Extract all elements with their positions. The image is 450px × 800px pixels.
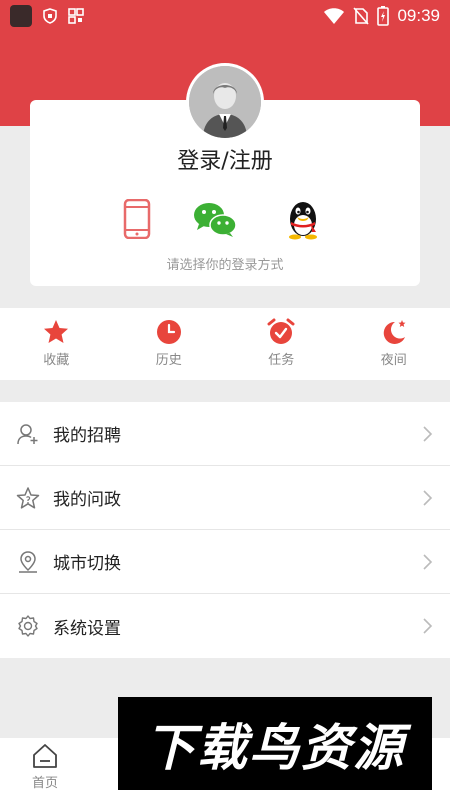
user-avatar-icon [189,66,261,138]
star-icon [44,320,69,343]
watermark-text: 下载鸟资源 [145,718,405,777]
star-question-icon [16,486,40,509]
location-icon [19,550,37,573]
menu-item-label: 系统设置 [53,618,121,639]
menu-item-label: 我的问政 [53,490,121,510]
home-icon [33,744,57,768]
user-add-icon [17,423,38,444]
battery-charging-icon [377,6,390,26]
favorites-label: 收藏 [43,353,70,368]
wifi-icon [324,8,345,24]
night-mode-label: 夜间 [380,353,407,368]
menu-item-city-switch[interactable]: 城市切换 [0,530,450,594]
login-hint: 请选择你的登录方式 [166,258,284,273]
phone-login-button[interactable] [115,197,159,241]
menu-list: 我的招聘 我的问政 城市切换 系统设置 [0,402,450,658]
avatar[interactable] [186,63,264,141]
no-sim-icon [353,7,370,25]
favorites-button[interactable]: 收藏 [0,308,113,380]
menu-item-label: 城市切换 [53,554,121,574]
grid-icon [68,8,84,24]
status-bar: 09:39 [0,0,450,32]
menu-item-inquiry[interactable]: 我的问政 [0,466,450,530]
menu-item-recruitment[interactable]: 我的招聘 [0,402,450,466]
tasks-label: 任务 [268,353,295,368]
chevron-right-icon [423,489,433,506]
chevron-right-icon [423,425,433,442]
settings-icon [18,615,38,637]
chevron-right-icon [423,618,433,634]
tasks-button[interactable]: 任务 [225,308,338,380]
moon-icon [383,320,406,344]
qq-login-button[interactable] [281,197,325,241]
qq-icon [289,202,317,240]
clock-time: 09:39 [397,6,440,25]
watermark-banner: 下载鸟资源 [118,697,432,790]
login-register-title[interactable]: 登录/注册 [0,143,450,175]
quick-actions-bar: 收藏 历史 任务 夜间 [0,308,450,380]
history-button[interactable]: 历史 [113,308,226,380]
alarm-check-icon [267,318,295,344]
tab-home[interactable]: 首页 [15,742,75,791]
clock-icon [156,320,181,344]
app-notification-icon [10,5,32,27]
menu-item-settings[interactable]: 系统设置 [0,594,450,658]
wechat-icon [194,203,237,237]
login-methods [0,197,450,241]
phone-icon [123,199,151,239]
history-label: 历史 [155,353,182,368]
chevron-right-icon [423,553,433,570]
wechat-login-button[interactable] [193,197,237,241]
shield-icon [43,8,57,24]
tab-home-label: 首页 [31,776,58,791]
menu-item-label: 我的招聘 [53,426,121,446]
night-mode-button[interactable]: 夜间 [338,308,450,380]
